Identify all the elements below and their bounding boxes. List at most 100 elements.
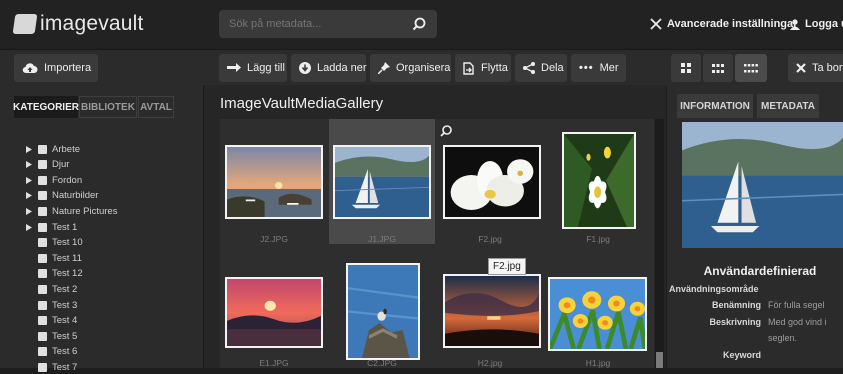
tree-checkbox[interactable]	[38, 347, 47, 357]
tree-checkbox[interactable]	[38, 300, 47, 310]
gallery-title: ImageVaultMediaGallery	[220, 95, 384, 112]
search-button[interactable]	[401, 10, 437, 38]
tree-item[interactable]: Test 1	[26, 220, 77, 234]
tree-item[interactable]: Test 4	[26, 314, 77, 328]
expand-arrow-icon[interactable]	[26, 207, 36, 215]
thumbnail-daffodils[interactable]	[548, 277, 647, 351]
tree-checkbox[interactable]	[38, 238, 47, 248]
download-button[interactable]: Ladda ner	[291, 54, 367, 82]
tree-item[interactable]: Test 3	[26, 298, 77, 312]
remove-button[interactable]: Ta bort	[788, 54, 843, 82]
tree-checkbox[interactable]	[38, 316, 47, 326]
toolbar: Importera Lägg till Ladda ner Organisera…	[0, 49, 843, 86]
user-icon	[790, 18, 800, 30]
tree-item[interactable]: Test 11	[26, 251, 82, 265]
logout-link[interactable]: Logga ut	[790, 14, 843, 34]
tree-item[interactable]: Test 10	[26, 236, 83, 250]
search-box[interactable]	[219, 10, 437, 38]
tree-checkbox[interactable]	[38, 253, 47, 263]
media-item[interactable]: H1.jpg	[545, 247, 651, 372]
media-filename: F2.jpg	[478, 234, 502, 244]
tab-information[interactable]: INFORMATION	[677, 94, 753, 118]
download-label: Ladda ner	[317, 62, 367, 74]
thumbnail-sunset-harbor[interactable]	[225, 145, 323, 219]
organize-button[interactable]: Organisera	[370, 54, 451, 82]
tab-agreements[interactable]: AVTAL	[138, 96, 174, 118]
download-icon	[299, 62, 311, 74]
tab-library[interactable]: BIBLIOTEK	[79, 96, 137, 118]
media-item[interactable]: F1.jpg	[545, 119, 651, 244]
tree-item[interactable]: Nature Pictures	[26, 204, 117, 218]
thumbnail-white-orchids[interactable]	[443, 145, 541, 219]
more-button[interactable]: ••• Mer	[571, 54, 626, 82]
gallery-scrollbar[interactable]	[655, 119, 664, 368]
media-item[interactable]: F2.jpg	[437, 119, 543, 244]
tree-checkbox[interactable]	[38, 191, 47, 201]
tree-item[interactable]: Fordon	[26, 173, 82, 187]
add-button[interactable]: Lägg till	[219, 54, 287, 82]
image-preview	[682, 122, 843, 248]
search-icon	[412, 17, 426, 31]
tree-checkbox[interactable]	[38, 362, 47, 372]
section-title: Användardefinierad	[703, 264, 817, 278]
tab-metadata[interactable]: METADATA	[757, 94, 819, 118]
tree-checkbox[interactable]	[38, 160, 47, 170]
thumbnail-red-sunset[interactable]	[225, 277, 323, 348]
tree-item-label: Test 6	[52, 346, 78, 358]
tree-item[interactable]: Test 5	[26, 329, 77, 343]
tree-checkbox[interactable]	[38, 144, 47, 154]
grid-small-icon	[744, 63, 758, 72]
tab-categories[interactable]: KATEGORIER	[13, 96, 79, 118]
scrollbar-thumb[interactable]	[656, 352, 663, 368]
tree-item[interactable]: Test 2	[26, 282, 77, 296]
expand-arrow-icon[interactable]	[26, 176, 36, 184]
tree-checkbox[interactable]	[38, 222, 47, 232]
thumbnail-white-flower[interactable]	[562, 132, 636, 229]
view-large-button[interactable]	[671, 54, 701, 82]
logo-text: imagevault	[40, 12, 144, 35]
tree-checkbox[interactable]	[38, 175, 47, 185]
view-medium-button[interactable]	[703, 54, 733, 82]
grid-large-icon	[681, 63, 691, 73]
tree-checkbox[interactable]	[38, 331, 47, 341]
zoom-icon[interactable]	[440, 125, 452, 137]
expand-arrow-icon[interactable]	[26, 223, 36, 231]
advanced-settings-link[interactable]: Avancerade inställningar	[650, 14, 797, 34]
tree-item-label: Djur	[52, 159, 70, 171]
search-input[interactable]	[219, 10, 409, 38]
tree-item-label: Fordon	[52, 174, 83, 186]
thumbnail-dramatic-sky[interactable]	[443, 274, 541, 348]
media-item[interactable]: J1.JPG	[329, 119, 435, 244]
import-button[interactable]: Importera	[14, 54, 98, 82]
metadata-value: För fulla segel	[768, 300, 825, 310]
logo-mark	[12, 14, 38, 34]
imagevault-logo[interactable]: imagevault	[12, 10, 144, 38]
share-icon	[523, 62, 535, 74]
media-item[interactable]: J2.JPG	[221, 119, 327, 244]
expand-arrow-icon[interactable]	[26, 145, 36, 153]
tree-item-label: Test 4	[52, 315, 78, 327]
share-button[interactable]: Dela	[515, 54, 567, 82]
metadata-key: Beskrivning	[709, 316, 761, 327]
tree-item[interactable]: Arbete	[26, 142, 80, 156]
tree-item[interactable]: Test 6	[26, 345, 77, 359]
organize-label: Organisera	[396, 62, 451, 74]
media-item[interactable]: E1.JPG	[221, 247, 327, 372]
expand-arrow-icon[interactable]	[26, 161, 36, 169]
view-small-button[interactable]	[735, 54, 767, 82]
tree-checkbox[interactable]	[38, 269, 47, 279]
tree-item[interactable]: Naturbilder	[26, 189, 98, 203]
tree-item[interactable]: Test 12	[26, 267, 83, 281]
expand-arrow-icon[interactable]	[26, 192, 36, 200]
tree-item-label: Naturbilder	[52, 190, 99, 202]
media-item[interactable]: C2.JPG	[329, 247, 435, 372]
thumbnail-bird-on-rock[interactable]	[346, 263, 420, 360]
tree-item[interactable]: Djur	[26, 158, 69, 172]
tools-icon	[650, 18, 662, 30]
move-button[interactable]: Flytta	[455, 54, 511, 82]
media-filename: E1.JPG	[259, 358, 289, 368]
thumbnail-sailboat[interactable]	[333, 145, 431, 219]
tree-checkbox[interactable]	[38, 206, 47, 216]
tree-checkbox[interactable]	[38, 284, 47, 294]
tree-item[interactable]: Test 7	[26, 360, 77, 374]
